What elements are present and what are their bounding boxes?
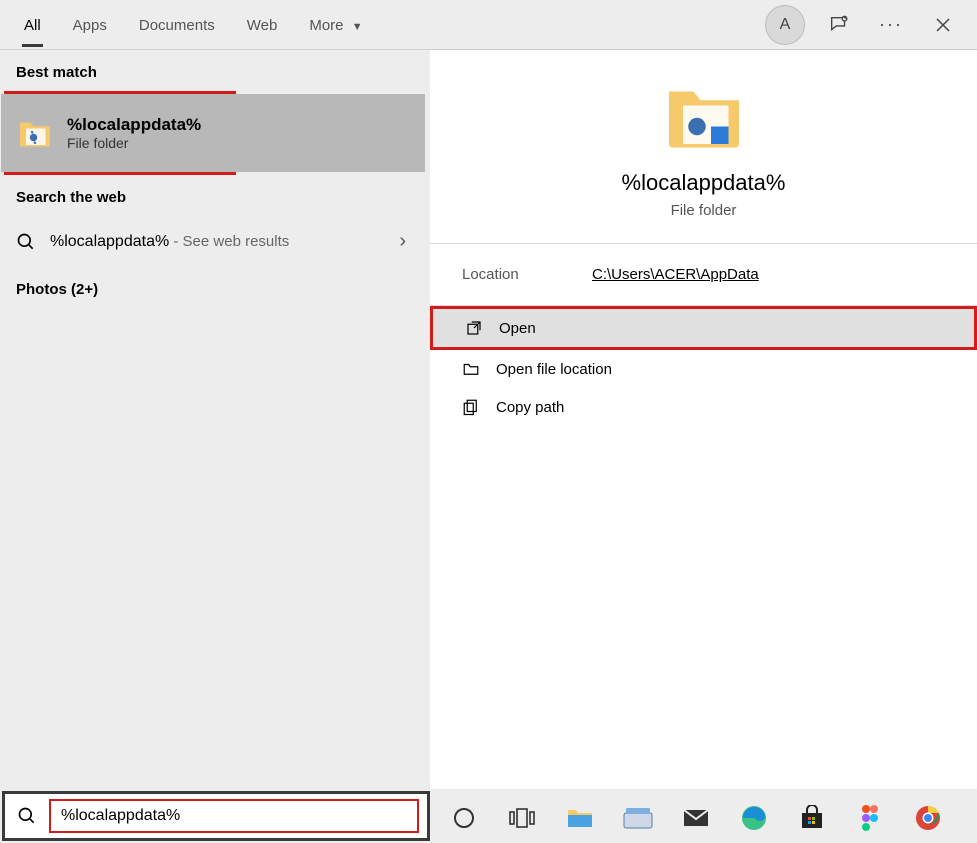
store-icon[interactable] [796,802,828,834]
best-match-result[interactable]: %localappdata% File folder [1,94,425,172]
search-results-main: Best match %localappdata% File folder Se [0,50,977,789]
chevron-down-icon: ▼ [352,21,363,33]
action-open[interactable]: Open [433,309,974,347]
tab-more-label: More [309,17,343,34]
search-icon [5,806,49,826]
chrome-icon[interactable] [912,802,944,834]
search-filter-tabbar: All Apps Documents Web More ▼ A ··· [0,0,977,50]
action-copy-path-label: Copy path [496,399,564,416]
location-path-link[interactable]: C:\Users\ACER\AppData [592,266,759,283]
open-icon [465,319,483,337]
folder-open-icon [462,360,480,378]
action-open-file-location[interactable]: Open file location [430,350,977,388]
tab-all[interactable]: All [8,3,57,47]
folder-icon [662,74,746,158]
edge-icon[interactable] [738,802,770,834]
preview-subtitle: File folder [671,202,737,219]
preview-header: %localappdata% File folder [430,74,977,243]
action-copy-path[interactable]: Copy path [430,388,977,426]
feedback-icon[interactable] [821,7,857,43]
search-input[interactable] [55,803,413,829]
web-suffix-text: - See web results [169,233,289,250]
results-left-column: Best match %localappdata% File folder Se [0,50,430,789]
best-match-label: Best match [0,50,430,91]
tab-documents[interactable]: Documents [123,3,231,47]
filter-tabs: All Apps Documents Web More ▼ [8,3,379,47]
preview-panel: %localappdata% File folder Location C:\U… [430,50,977,789]
tab-web[interactable]: Web [231,3,294,47]
search-web-label: Search the web [0,175,430,216]
keyboard-icon[interactable] [622,802,654,834]
web-query-text: %localappdata% [50,233,169,250]
chevron-right-icon: › [399,230,414,253]
copy-icon [462,398,480,416]
more-options-icon[interactable]: ··· [873,7,909,43]
tab-more[interactable]: More ▼ [293,3,378,47]
photos-section-label[interactable]: Photos (2+) [0,267,430,312]
cortana-icon[interactable] [448,802,480,834]
search-web-result[interactable]: %localappdata% - See web results › [0,216,430,267]
mail-icon[interactable] [680,802,712,834]
user-avatar[interactable]: A [765,5,805,45]
search-icon [16,232,36,252]
search-bar-container [2,791,430,841]
windows-taskbar [430,793,977,843]
close-icon[interactable] [925,7,961,43]
action-open-label: Open [499,320,536,337]
figma-icon[interactable] [854,802,886,834]
tabbar-right-controls: A ··· [765,5,969,45]
folder-icon [17,115,53,151]
best-match-title: %localappdata% [67,115,201,135]
preview-title: %localappdata% [622,170,786,196]
location-row: Location C:\Users\ACER\AppData [430,244,977,305]
search-bar[interactable] [2,791,430,841]
file-explorer-icon[interactable] [564,802,596,834]
action-open-file-location-label: Open file location [496,361,612,378]
best-match-subtitle: File folder [67,135,201,151]
task-view-icon[interactable] [506,802,538,834]
location-label: Location [462,266,592,283]
tab-apps[interactable]: Apps [57,3,123,47]
